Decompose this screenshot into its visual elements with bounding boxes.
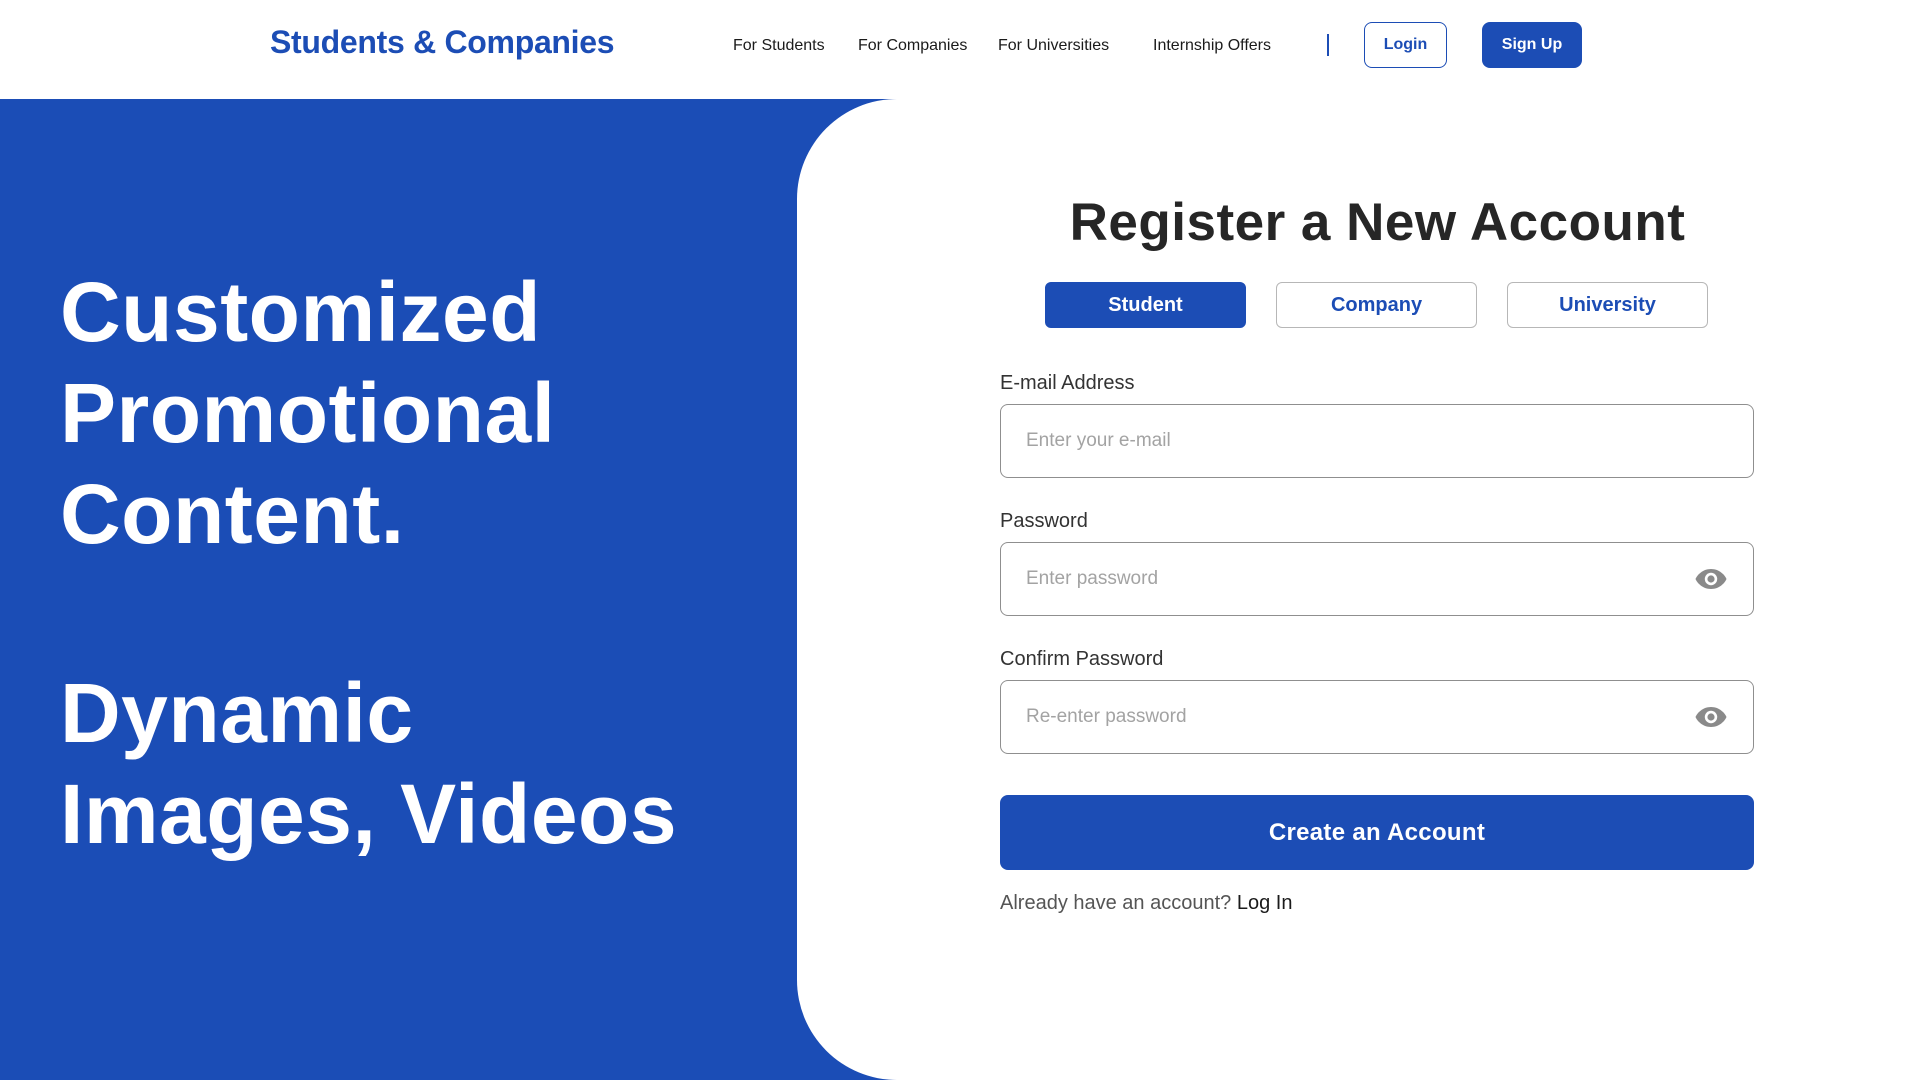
hero-heading-media: Dynamic Images, Videos bbox=[60, 663, 677, 865]
tab-university[interactable]: University bbox=[1507, 282, 1708, 328]
tab-company[interactable]: Company bbox=[1276, 282, 1477, 328]
hero-line: Content. bbox=[60, 467, 405, 561]
email-field[interactable] bbox=[1026, 405, 1666, 477]
page-title: Register a New Account bbox=[1069, 193, 1686, 252]
email-field-box bbox=[1000, 404, 1754, 478]
brand-logo[interactable]: Students & Companies bbox=[270, 24, 615, 61]
nav-for-universities[interactable]: For Universities bbox=[998, 37, 1109, 55]
hero-line: Dynamic bbox=[60, 666, 414, 760]
log-in-link[interactable]: Log In bbox=[1237, 892, 1293, 914]
hero-heading-promotional: Customized Promotional Content. bbox=[60, 262, 556, 565]
email-label: E-mail Address bbox=[1000, 372, 1135, 394]
confirm-password-field-box bbox=[1000, 680, 1754, 754]
nav-divider bbox=[1327, 34, 1329, 56]
confirm-password-label: Confirm Password bbox=[1000, 648, 1164, 670]
password-label: Password bbox=[1000, 510, 1088, 532]
hero-line: Images, Videos bbox=[60, 767, 678, 861]
password-field[interactable] bbox=[1026, 543, 1666, 615]
tab-student[interactable]: Student bbox=[1045, 282, 1246, 328]
login-prompt-text: Already have an account? bbox=[1000, 892, 1232, 914]
eye-icon[interactable] bbox=[1695, 568, 1727, 590]
promo-hero-panel bbox=[0, 99, 900, 1080]
login-button[interactable]: Login bbox=[1364, 22, 1447, 68]
nav-internship-offers[interactable]: Internship Offers bbox=[1153, 37, 1271, 55]
top-navigation-bar: Students & Companies For Students For Co… bbox=[0, 0, 1920, 98]
signup-button[interactable]: Sign Up bbox=[1482, 22, 1582, 68]
eye-icon[interactable] bbox=[1695, 706, 1727, 728]
nav-for-students[interactable]: For Students bbox=[733, 37, 825, 55]
hero-line: Customized bbox=[60, 265, 542, 359]
nav-for-companies[interactable]: For Companies bbox=[858, 37, 967, 55]
login-prompt: Already have an account? Log In bbox=[1000, 892, 1292, 915]
create-account-button[interactable]: Create an Account bbox=[1000, 795, 1754, 870]
confirm-password-field[interactable] bbox=[1026, 681, 1666, 753]
password-field-box bbox=[1000, 542, 1754, 616]
hero-line: Promotional bbox=[60, 366, 556, 460]
